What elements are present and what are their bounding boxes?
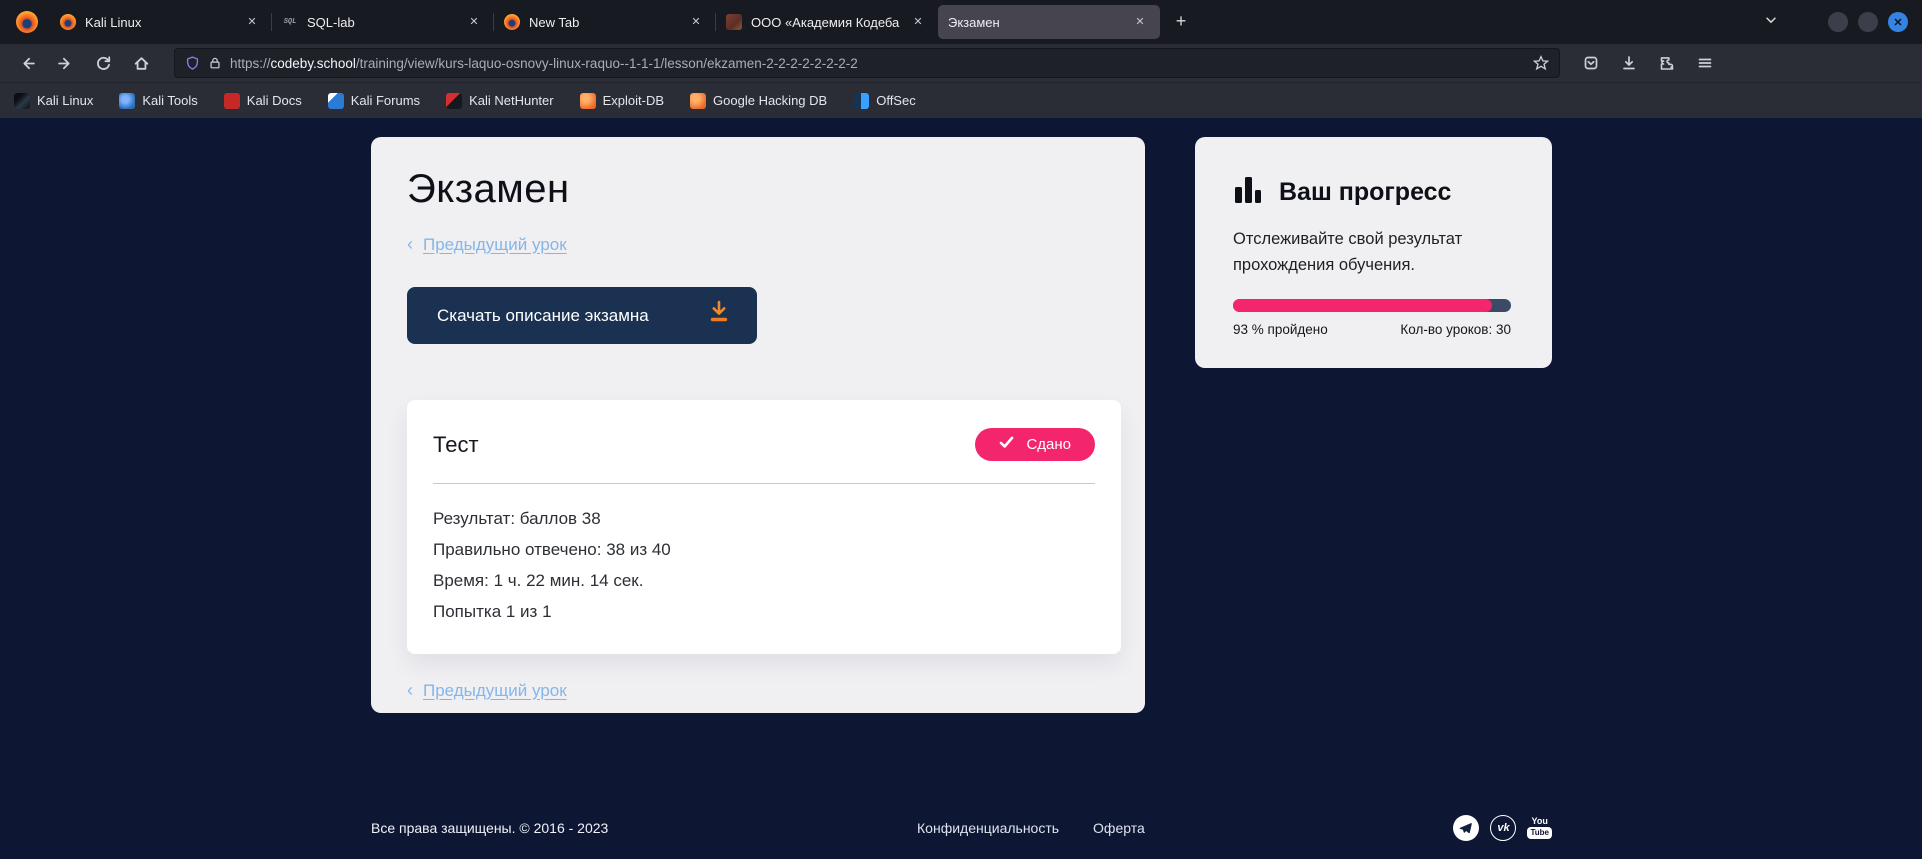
tab-bar: Kali Linux ✕ SQL SQL-lab ✕ New Tab ✕ ООО… — [0, 0, 1922, 44]
bookmark-star-icon[interactable] — [1533, 55, 1549, 71]
pocket-icon[interactable] — [1576, 49, 1606, 77]
tab-sql-lab[interactable]: SQL SQL-lab ✕ — [272, 5, 494, 39]
exploit-db-favicon-icon — [580, 93, 596, 109]
result-attempt-line: Попытка 1 из 1 — [433, 603, 1095, 620]
youtube-icon[interactable]: You Tube — [1527, 817, 1552, 839]
progress-percent-label: 93 % пройдено — [1233, 322, 1328, 337]
result-score-line: Результат: баллов 38 — [433, 510, 1095, 527]
lock-icon[interactable] — [208, 56, 222, 70]
tab-close-icon[interactable]: ✕ — [908, 12, 928, 32]
bookmark-kali-docs[interactable]: Kali Docs — [224, 93, 302, 109]
downloads-icon[interactable] — [1614, 49, 1644, 77]
progress-bar — [1233, 299, 1511, 312]
offsec-favicon-icon — [853, 93, 869, 109]
kali-forums-favicon-icon — [328, 93, 344, 109]
kali-docs-favicon-icon — [224, 93, 240, 109]
tab-close-icon[interactable]: ✕ — [242, 12, 262, 32]
privacy-link[interactable]: Конфиденциальность — [917, 820, 1059, 836]
home-icon[interactable] — [126, 49, 156, 77]
tab-close-icon[interactable]: ✕ — [464, 12, 484, 32]
test-title: Тест — [433, 432, 479, 458]
reload-icon[interactable] — [88, 49, 118, 77]
tab-close-icon[interactable]: ✕ — [1130, 12, 1150, 32]
previous-lesson-link-bottom[interactable]: ‹ Предыдущий урок — [407, 680, 567, 701]
bookmark-kali-linux[interactable]: Kali Linux — [14, 93, 93, 109]
kali-linux-favicon-icon — [14, 93, 30, 109]
window-minimize-button[interactable] — [1828, 12, 1848, 32]
firefox-logo-icon — [16, 11, 38, 33]
copyright-text: Все права защищены. © 2016 - 2023 — [371, 820, 608, 836]
check-icon — [999, 436, 1014, 453]
telegram-icon[interactable] — [1453, 815, 1479, 841]
bookmarks-bar: Kali Linux Kali Tools Kali Docs Kali For… — [0, 82, 1922, 118]
bookmark-kali-forums[interactable]: Kali Forums — [328, 93, 420, 109]
result-time-line: Время: 1 ч. 22 мин. 14 сек. — [433, 572, 1095, 589]
tab-close-icon[interactable]: ✕ — [686, 12, 706, 32]
page-title: Экзамен — [407, 167, 1109, 212]
chevron-left-icon: ‹ — [407, 680, 413, 701]
browser-window: Kali Linux ✕ SQL SQL-lab ✕ New Tab ✕ ООО… — [0, 0, 1922, 859]
chevron-left-icon: ‹ — [407, 234, 413, 255]
tab-title: Kali Linux — [85, 15, 242, 30]
back-icon[interactable] — [12, 49, 42, 77]
download-exam-description-button[interactable]: Скачать описание экзамна — [407, 287, 757, 344]
tab-title: SQL-lab — [307, 15, 464, 30]
tab-new-tab[interactable]: New Tab ✕ — [494, 5, 716, 39]
url-domain: codeby.school — [271, 56, 356, 71]
tab-title: Экзамен — [948, 15, 1130, 30]
firefox-favicon-icon — [504, 14, 520, 30]
window-maximize-button[interactable] — [1858, 12, 1878, 32]
menu-hamburger-icon[interactable] — [1690, 49, 1720, 77]
bar-chart-icon — [1233, 175, 1265, 210]
url-text: https://codeby.school/training/view/kurs… — [230, 56, 1533, 71]
previous-lesson-link-top[interactable]: ‹ Предыдущий урок — [407, 234, 567, 255]
download-arrow-icon — [707, 300, 731, 331]
kali-tools-favicon-icon — [119, 93, 135, 109]
offer-link[interactable]: Оферта — [1093, 820, 1145, 836]
progress-title: Ваш прогресс — [1279, 178, 1451, 207]
divider — [433, 483, 1095, 484]
vk-icon[interactable]: vk — [1490, 815, 1516, 841]
tab-ekzamen-active[interactable]: Экзамен ✕ — [938, 5, 1160, 39]
progress-description: Отслеживайте свой результат прохождения … — [1233, 226, 1493, 279]
bookmark-offsec[interactable]: OffSec — [853, 93, 916, 109]
list-all-tabs-icon[interactable] — [1764, 13, 1778, 32]
progress-fill — [1233, 299, 1492, 312]
tab-kali-linux[interactable]: Kali Linux ✕ — [50, 5, 272, 39]
sql-favicon-icon: SQL — [282, 14, 298, 30]
bookmark-google-hacking-db[interactable]: Google Hacking DB — [690, 93, 827, 109]
new-tab-button[interactable]: + — [1166, 7, 1196, 37]
footer: Все права защищены. © 2016 - 2023 Конфид… — [371, 806, 1552, 850]
tab-title: ООО «Академия Кодеба — [751, 15, 908, 30]
exam-card: Экзамен ‹ Предыдущий урок Скачать описан… — [371, 137, 1145, 713]
result-correct-line: Правильно отвечено: 38 из 40 — [433, 541, 1095, 558]
url-bar[interactable]: https://codeby.school/training/view/kurs… — [174, 48, 1560, 78]
firefox-favicon-icon — [60, 14, 76, 30]
progress-card: Ваш прогресс Отслеживайте свой результат… — [1195, 137, 1552, 368]
navigation-toolbar: https://codeby.school/training/view/kurs… — [0, 44, 1922, 82]
bookmark-kali-tools[interactable]: Kali Tools — [119, 93, 197, 109]
tab-akademia[interactable]: ООО «Академия Кодеба ✕ — [716, 5, 938, 39]
ghdb-favicon-icon — [690, 93, 706, 109]
tracking-shield-icon[interactable] — [185, 56, 200, 71]
extensions-icon[interactable] — [1652, 49, 1682, 77]
kali-nethunter-favicon-icon — [446, 93, 462, 109]
site-favicon-icon — [726, 14, 742, 30]
tab-title: New Tab — [529, 15, 686, 30]
bookmark-kali-nethunter[interactable]: Kali NetHunter — [446, 93, 554, 109]
status-badge-passed: Сдано — [975, 428, 1095, 461]
lessons-count-label: Кол-во уроков: 30 — [1400, 322, 1511, 337]
forward-icon[interactable] — [50, 49, 80, 77]
test-result-card: Тест Сдано Результат: баллов 38 Правильн… — [407, 400, 1121, 654]
bookmark-exploit-db[interactable]: Exploit-DB — [580, 93, 664, 109]
window-close-button[interactable]: ✕ — [1888, 12, 1908, 32]
